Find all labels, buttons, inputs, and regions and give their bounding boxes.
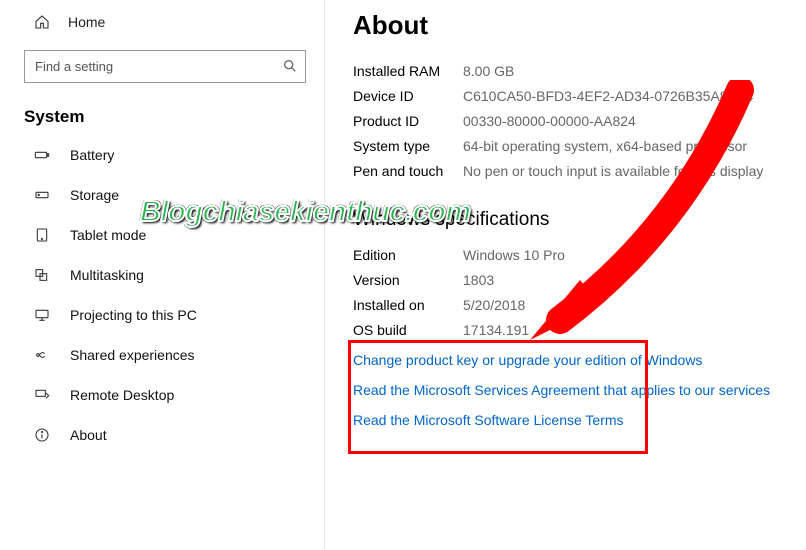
- sidebar-item-tablet-mode[interactable]: Tablet mode: [0, 215, 324, 255]
- sidebar-item-about[interactable]: About: [0, 415, 324, 455]
- sidebar-item-label: Shared experiences: [70, 347, 195, 363]
- spec-value: C610CA50-BFD3-4EF2-AD34-0726B35A8C44: [463, 88, 753, 104]
- windows-spec-title: Windows specifications: [353, 209, 796, 231]
- link-license-terms[interactable]: Read the Microsoft Software License Term…: [353, 412, 796, 428]
- multitasking-icon: [34, 267, 50, 283]
- projecting-icon: [34, 307, 50, 323]
- sidebar-item-label: Multitasking: [70, 267, 144, 283]
- sidebar-item-label: Storage: [70, 187, 119, 203]
- spec-row: System type64-bit operating system, x64-…: [353, 138, 796, 154]
- home-label: Home: [68, 14, 105, 30]
- sidebar-item-multitasking[interactable]: Multitasking: [0, 255, 324, 295]
- sidebar-section-title: System: [0, 93, 324, 135]
- home-icon: [34, 14, 50, 30]
- sidebar-item-projecting[interactable]: Projecting to this PC: [0, 295, 324, 335]
- sidebar-item-label: Projecting to this PC: [70, 307, 197, 323]
- sidebar-item-shared-experiences[interactable]: Shared experiences: [0, 335, 324, 375]
- spec-label: Pen and touch: [353, 163, 463, 179]
- sidebar-item-label: About: [70, 427, 107, 443]
- storage-icon: [34, 187, 50, 203]
- link-change-product-key[interactable]: Change product key or upgrade your editi…: [353, 352, 796, 368]
- spec-row: Pen and touchNo pen or touch input is av…: [353, 163, 796, 179]
- spec-row: EditionWindows 10 Pro: [353, 247, 796, 263]
- sidebar-menu: Battery Storage Tablet mode Multitasking…: [0, 135, 324, 455]
- device-specs: Installed RAM8.00 GB Device IDC610CA50-B…: [353, 63, 796, 179]
- tablet-icon: [34, 227, 50, 243]
- spec-label: Edition: [353, 247, 463, 263]
- remote-desktop-icon: [34, 387, 50, 403]
- windows-specs: EditionWindows 10 Pro Version1803 Instal…: [353, 247, 796, 338]
- spec-value: No pen or touch input is available for t…: [463, 163, 763, 179]
- sidebar-item-battery[interactable]: Battery: [0, 135, 324, 175]
- spec-value: 8.00 GB: [463, 63, 514, 79]
- search-icon: [282, 58, 298, 74]
- spec-label: Device ID: [353, 88, 463, 104]
- spec-value: 17134.191: [463, 322, 529, 338]
- spec-row: OS build17134.191: [353, 322, 796, 338]
- spec-row: Device IDC610CA50-BFD3-4EF2-AD34-0726B35…: [353, 88, 796, 104]
- shared-experiences-icon: [34, 347, 50, 363]
- spec-value: 00330-80000-00000-AA824: [463, 113, 636, 129]
- sidebar-item-label: Battery: [70, 147, 114, 163]
- spec-label: OS build: [353, 322, 463, 338]
- spec-value: 1803: [463, 272, 494, 288]
- settings-sidebar: Home System Battery Storage Tablet: [0, 0, 325, 550]
- info-icon: [34, 427, 50, 443]
- link-services-agreement[interactable]: Read the Microsoft Services Agreement th…: [353, 382, 796, 398]
- search-input[interactable]: [24, 50, 306, 83]
- sidebar-item-label: Remote Desktop: [70, 387, 174, 403]
- content-pane: About Installed RAM8.00 GB Device IDC610…: [325, 0, 806, 550]
- spec-value: 5/20/2018: [463, 297, 525, 313]
- spec-row: Installed RAM8.00 GB: [353, 63, 796, 79]
- spec-row: Installed on5/20/2018: [353, 297, 796, 313]
- sidebar-item-remote-desktop[interactable]: Remote Desktop: [0, 375, 324, 415]
- page-title: About: [353, 10, 796, 41]
- sidebar-item-storage[interactable]: Storage: [0, 175, 324, 215]
- spec-label: Installed RAM: [353, 63, 463, 79]
- spec-label: Installed on: [353, 297, 463, 313]
- sidebar-item-label: Tablet mode: [70, 227, 146, 243]
- home-nav[interactable]: Home: [0, 4, 324, 40]
- spec-label: Product ID: [353, 113, 463, 129]
- spec-row: Product ID00330-80000-00000-AA824: [353, 113, 796, 129]
- spec-label: System type: [353, 138, 463, 154]
- spec-row: Version1803: [353, 272, 796, 288]
- spec-label: Version: [353, 272, 463, 288]
- search-setting-box: [24, 50, 306, 83]
- spec-value: 64-bit operating system, x64-based proce…: [463, 138, 747, 154]
- battery-icon: [34, 147, 50, 163]
- spec-value: Windows 10 Pro: [463, 247, 565, 263]
